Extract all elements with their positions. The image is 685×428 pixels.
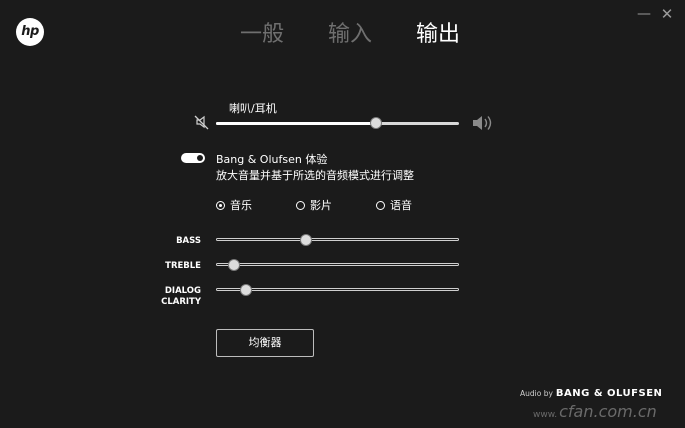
radio-movie[interactable]: 影片: [296, 198, 332, 212]
hp-logo: hp: [16, 18, 44, 46]
bang-olufsen-title: Bang & Olufsen 体验: [216, 153, 328, 166]
radio-voice[interactable]: 语音: [376, 198, 412, 212]
close-button[interactable]: ✕: [659, 6, 675, 22]
bang-olufsen-description: 放大音量并基于所选的音频模式进行调整: [216, 169, 414, 182]
radio-music-label: 音乐: [230, 199, 252, 212]
radio-unselected-icon: [376, 200, 385, 210]
dialog-clarity-slider-thumb[interactable]: [239, 284, 252, 296]
radio-selected-icon: [216, 200, 225, 210]
treble-slider-thumb[interactable]: [227, 259, 240, 271]
radio-voice-label: 语音: [390, 199, 412, 212]
audio-control-window: hp — ✕ 一般 输入 输出 喇叭/耳机 Bang & Olufsen 体验 …: [0, 0, 685, 428]
audio-by-text: Audio by: [520, 389, 553, 398]
radio-movie-label: 影片: [310, 199, 332, 212]
equalizer-button[interactable]: 均衡器: [216, 329, 314, 357]
treble-slider[interactable]: [216, 259, 459, 271]
speaker-loud-icon: [473, 116, 492, 130]
site-watermark: www. cfan.com.cn: [533, 402, 657, 421]
volume-slider-fill: [216, 122, 377, 125]
volume-slider[interactable]: [216, 117, 459, 129]
speaker-muted-icon[interactable]: [194, 114, 210, 130]
bass-slider-thumb[interactable]: [300, 234, 313, 246]
volume-slider-thumb[interactable]: [370, 117, 383, 129]
dialog-clarity-label: DIALOG CLARITY: [161, 286, 201, 307]
watermark-prefix: www.: [533, 410, 558, 420]
radio-music[interactable]: 音乐: [216, 198, 252, 212]
audio-by-branding: Audio by BANG & OLUFSEN: [520, 388, 662, 399]
minimize-button[interactable]: —: [636, 6, 652, 22]
bang-olufsen-brand: BANG & OLUFSEN: [555, 388, 663, 399]
dialog-clarity-slider[interactable]: [216, 284, 459, 296]
tab-input[interactable]: 输入: [328, 20, 372, 50]
radio-unselected-icon: [296, 200, 305, 210]
bass-slider[interactable]: [216, 234, 459, 246]
bass-label: BASS: [176, 236, 201, 246]
toggle-knob: [197, 155, 203, 161]
treble-label: TREBLE: [165, 261, 201, 271]
tab-output[interactable]: 输出: [416, 20, 460, 50]
bang-olufsen-toggle[interactable]: [181, 153, 205, 163]
tab-general[interactable]: 一般: [240, 20, 284, 50]
watermark-site: cfan.com.cn: [559, 402, 657, 421]
device-label: 喇叭/耳机: [229, 102, 277, 115]
